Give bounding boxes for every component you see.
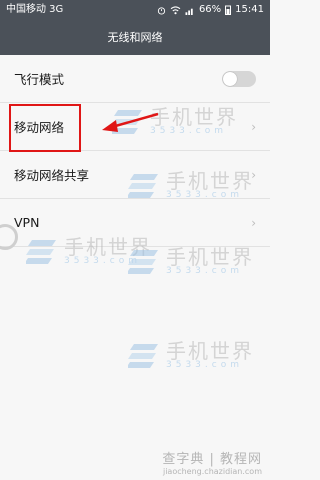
watermark-logo: 手机世界 3533.com: [128, 170, 254, 200]
alarm-icon: [157, 6, 166, 15]
highlight-box: [9, 104, 81, 152]
watermark-logo: 手机世界 3533.com: [128, 246, 254, 276]
watermark-logo: 手机世界 3533.com: [128, 340, 254, 370]
airplane-mode-toggle[interactable]: [222, 70, 256, 87]
watermark-mark-icon: [128, 250, 158, 274]
watermark-text: 手机世界: [150, 104, 238, 129]
battery-icon: [225, 5, 232, 15]
watermark-text: 手机世界: [166, 168, 254, 193]
airplane-mode-label: 飞行模式: [14, 72, 65, 87]
vpn-label: VPN: [14, 215, 40, 230]
wifi-icon: [170, 5, 181, 15]
bottom-watermark-url: jiaocheng.chazidian.com: [162, 467, 262, 476]
watermark-text: 手机世界: [166, 244, 254, 269]
toggle-knob: [223, 71, 237, 86]
carrier-label: 中国移动 3G: [6, 4, 64, 15]
bottom-watermark: 查字典 | 教程网 jiaocheng.chazidian.com: [0, 448, 270, 476]
page-title: 无线和网络: [0, 20, 270, 55]
bottom-watermark-main: 查字典 | 教程网: [162, 452, 262, 467]
status-bar: 中国移动 3G 66% 15:41: [0, 0, 270, 20]
watermark-mark-icon: [128, 174, 158, 198]
watermark-number: 3533.com: [166, 265, 243, 276]
watermark-mark-icon: [128, 344, 158, 368]
signal-icon: [185, 6, 195, 15]
chevron-right-icon: ›: [251, 119, 256, 134]
watermark-text: 手机世界: [166, 338, 254, 363]
clock-time: 15:41: [235, 4, 264, 15]
chevron-right-icon: ›: [251, 215, 256, 230]
settings-item-airplane-mode[interactable]: 飞行模式: [0, 55, 270, 103]
status-icons: 66% 15:41: [157, 0, 264, 20]
watermark-number: 3533.com: [166, 189, 243, 200]
battery-percent: 66%: [198, 4, 222, 15]
arrow-pointer-icon: [102, 112, 159, 132]
watermark-number: 3533.com: [150, 125, 227, 136]
watermark-mark-icon: [26, 240, 56, 264]
watermark-number: 3533.com: [166, 359, 243, 370]
